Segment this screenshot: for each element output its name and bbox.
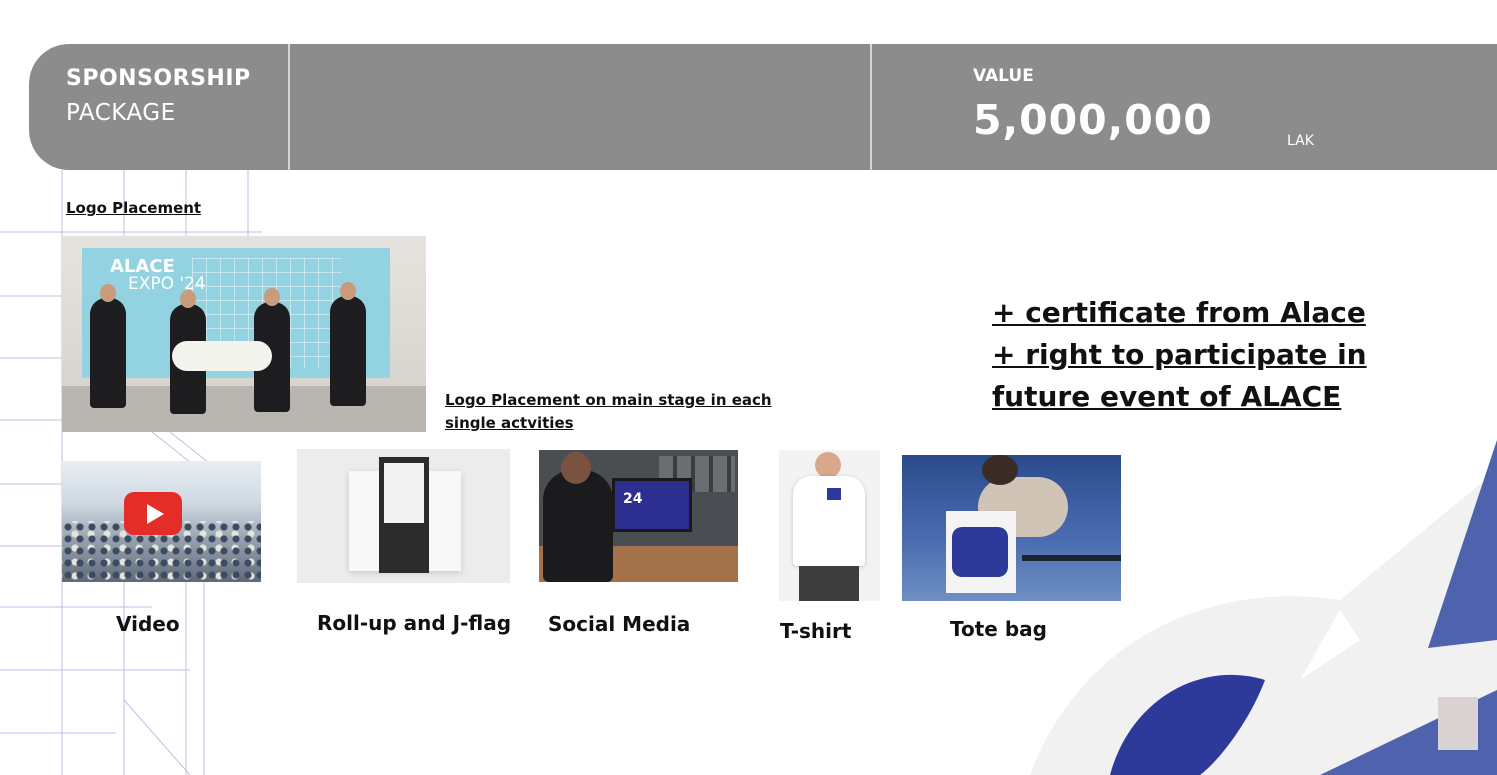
sponsorship-header-bar: SPONSORSHIP PACKAGE VALUE 5,000,000 LAK: [29, 44, 1497, 170]
value-currency: LAK: [1287, 133, 1314, 149]
stage-flowers: [172, 341, 272, 371]
model-head: [815, 452, 841, 478]
video-thumbnail: [62, 461, 261, 582]
item-caption-tshirt: T-shirt: [780, 619, 852, 643]
corner-block: [1438, 697, 1478, 750]
package-subtitle: PACKAGE: [66, 100, 176, 126]
value-label: VALUE: [973, 66, 1034, 86]
stage-caption: Logo Placement on main stage in each sin…: [445, 391, 772, 432]
speaker-head: [340, 282, 356, 300]
item-caption-tote-bag: Tote bag: [950, 617, 1047, 641]
speaker-head: [100, 284, 116, 302]
benefit-item: future event of ALACE: [992, 380, 1342, 413]
stage-screen-logo-subtitle: EXPO '24: [128, 274, 206, 294]
tshirt-thumbnail: [779, 450, 880, 601]
person-head: [561, 452, 591, 484]
person-at-computer: [543, 470, 613, 582]
item-caption-video: Video: [116, 612, 180, 636]
benefit-item: + certificate from Alace: [992, 296, 1366, 329]
main-stage-photo: ALACE EXPO '24: [62, 236, 426, 432]
header-divider: [288, 44, 290, 170]
logo-placement-heading: Logo Placement: [66, 199, 202, 217]
rollup-jflag-thumbnail: [297, 449, 510, 583]
stage-speaker: [330, 296, 366, 406]
benefits-list: + certificate from Alace + right to part…: [992, 292, 1367, 418]
model-head: [982, 455, 1018, 485]
speaker-head: [180, 290, 196, 308]
item-caption-rollup: Roll-up and J-flag: [317, 611, 512, 635]
speaker-head: [264, 288, 280, 306]
computer-monitor: 24: [612, 478, 692, 532]
tote-bag-thumbnail: [902, 455, 1121, 601]
tote-bag-print: [952, 527, 1008, 577]
play-icon: [124, 492, 182, 535]
value-amount: 5,000,000: [973, 96, 1213, 144]
package-title: SPONSORSHIP: [66, 66, 251, 91]
benefit-item: + right to participate in: [992, 338, 1367, 371]
stage-speaker: [90, 298, 126, 408]
social-media-thumbnail: 24: [539, 450, 738, 582]
header-divider: [870, 44, 872, 170]
railing: [1022, 555, 1121, 561]
jflag-screen: [384, 463, 424, 523]
item-caption-social-media: Social Media: [548, 612, 691, 636]
tshirt-logo: [827, 488, 841, 500]
model-pants: [799, 566, 859, 601]
